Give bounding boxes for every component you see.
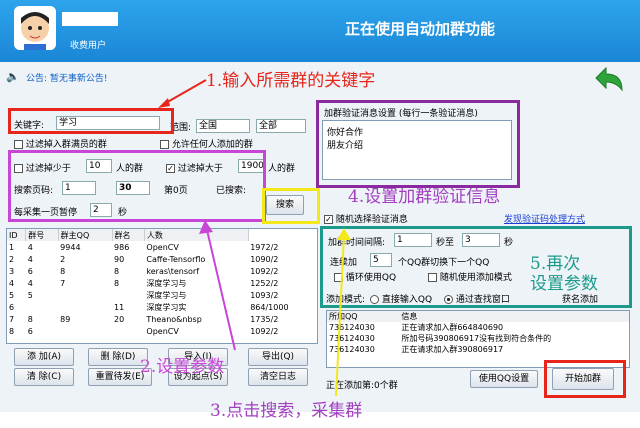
annotation-5: 5.再次 设置参数 (530, 254, 598, 294)
table-cell: 2 (9, 254, 15, 264)
table-cell: 5 (9, 290, 15, 300)
annotation-box-keyword (8, 108, 174, 134)
log-cell: 正在请求加入群390806917 (401, 345, 504, 354)
log-cell: 正在请求加入群664840690 (401, 323, 504, 332)
clear-button[interactable]: 清 除(C) (14, 368, 74, 386)
table-row[interactable]: 8 6 OpenCV 1092/2 (7, 325, 317, 337)
username-redacted (62, 12, 118, 26)
annotation-box-search (262, 188, 320, 224)
table-header[interactable]: 群主QQ (58, 229, 113, 241)
table-row[interactable]: 5 5 深度学习与 1093/2 (7, 289, 317, 301)
table-cell: 6 (27, 326, 33, 336)
table-header[interactable]: 群名 (112, 229, 145, 241)
allow-label: 允许任何人添加的群 (171, 140, 253, 150)
add-button[interactable]: 添 加(A) (14, 348, 74, 366)
full-checkbox[interactable] (14, 140, 23, 149)
range-select[interactable]: 全国 (196, 119, 250, 133)
random-verify-label: 随机选择验证消息 (335, 215, 408, 225)
table-header[interactable]: 群号 (25, 229, 59, 241)
export-button[interactable]: 导出(Q) (248, 348, 308, 366)
log-header[interactable]: 信息 (399, 311, 629, 322)
avatar[interactable] (14, 6, 56, 50)
arrow-annotation-3 (335, 228, 351, 397)
qq-settings-button[interactable]: 使用QQ设置 (470, 370, 538, 388)
table-cell: 7 (9, 314, 15, 324)
table-cell: 89 (60, 314, 71, 324)
log-row[interactable]: 736124030 正在请求加入群390806917 (327, 344, 629, 355)
table-cell: 11 (114, 302, 125, 312)
full-label: 过滤掉入群满员的群 (25, 140, 107, 150)
annotation-4: 4.设置加群验证信息 (348, 187, 501, 207)
table-cell (26, 301, 58, 313)
table-cell (58, 325, 112, 337)
clear-log-button[interactable]: 清空日志 (248, 368, 308, 386)
annotation-box-start (544, 360, 626, 398)
table-cell: 1092/2 (250, 326, 279, 336)
table-cell: 8 (114, 266, 120, 276)
table-cell: 4 (27, 242, 33, 252)
log-row[interactable]: 736124030 正在请求加入群664840690 (327, 322, 629, 333)
table-row[interactable]: 4 4 7 8 深度学习与 1252/2 (7, 277, 317, 289)
table-cell: 1252/2 (250, 278, 279, 288)
log-row[interactable]: 736124030 所加号码390806917没有找到符合条件的 (327, 333, 629, 344)
type-select[interactable]: 全部 (256, 119, 306, 133)
table-cell (112, 325, 144, 337)
table-cell: 4 (9, 278, 15, 288)
notice-text: 公告: 暂无事新公告! (26, 74, 108, 84)
annotation-box-params (8, 150, 266, 222)
table-cell: 2 (60, 254, 66, 264)
table-cell: 4 (27, 278, 33, 288)
table-cell: 3 (9, 266, 15, 276)
annotation-box-verify (316, 100, 520, 188)
random-verify-checkbox[interactable] (324, 215, 333, 224)
table-cell: 4 (27, 254, 33, 264)
table-row[interactable]: 3 6 8 8 keras\tensorf 1092/2 (7, 265, 317, 277)
table-cell: 1090/2 (250, 254, 279, 264)
arrow-annotation-2 (199, 220, 236, 351)
table-row[interactable]: 1 4 9944 986 OpenCV 1972/2 (7, 241, 317, 253)
table-cell (58, 289, 112, 301)
table-cell: 9944 (60, 242, 81, 252)
table-cell: 8 (60, 266, 66, 276)
table-cell: 6 (27, 266, 33, 276)
arrow-annotation-1 (158, 79, 207, 108)
speaker-icon: 🔈 (6, 70, 20, 83)
table-cell: 90 (114, 254, 125, 264)
table-cell: 1 (9, 242, 15, 252)
log-cell: 所加号码390806917没有找到符合条件的 (401, 334, 552, 343)
captcha-link[interactable]: 发现验证码处理方式 (504, 212, 585, 225)
group-table[interactable]: ID 群号 群主QQ 群名 人数 1 4 9944 986 OpenCV 1972/2 2 4 2 90 C… (6, 228, 318, 344)
table-cell: 864/1000 (250, 302, 289, 312)
table-row[interactable]: 2 4 2 90 Caffe-Tensorflo 1090/2 (7, 253, 317, 265)
allow-checkbox[interactable] (160, 140, 169, 149)
user-level: 收费用户 (70, 41, 107, 51)
app-header (0, 0, 640, 62)
table-cell: 6 (9, 302, 15, 312)
table-cell: 1093/2 (250, 290, 279, 300)
table-cell: 20 (114, 314, 125, 324)
table-cell: 7 (60, 278, 66, 288)
table-row[interactable]: 6 11 深度学习实 864/1000 (7, 301, 317, 313)
table-cell: 986 (114, 242, 130, 252)
filter-max-unit: 人的群 (268, 164, 296, 174)
table-cell: 1092/2 (250, 266, 279, 276)
table-cell: 8 (27, 314, 33, 324)
table-header[interactable]: ID (7, 229, 27, 241)
table-cell: 8 (114, 278, 120, 288)
delete-button[interactable]: 删 除(D) (88, 348, 148, 366)
table-cell: 1972/2 (250, 242, 279, 252)
table-cell: 1735/2 (250, 314, 279, 324)
annotation-1: 1.输入所需群的关键字 (206, 71, 376, 91)
table-cell (58, 301, 112, 313)
table-row[interactable]: 7 8 89 20 Theano&nbsp 1735/2 (7, 313, 317, 325)
table-cell (112, 289, 144, 301)
table-cell: 8 (9, 326, 15, 336)
back-arrow-icon[interactable] (588, 64, 628, 94)
table-cell: 5 (27, 290, 33, 300)
mode-title: 正在使用自动加群功能 (345, 20, 496, 38)
